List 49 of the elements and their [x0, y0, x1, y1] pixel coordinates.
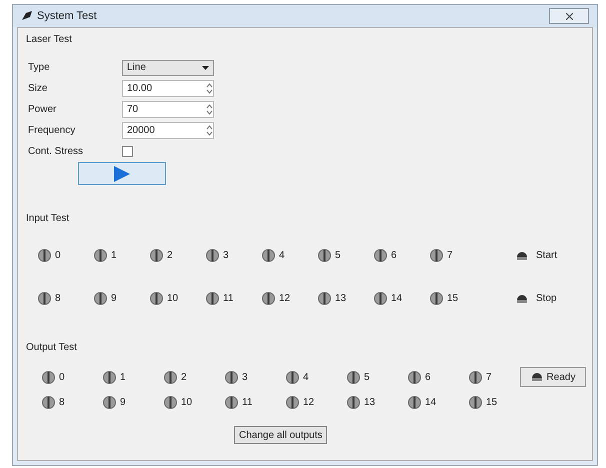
input-number: 13: [335, 292, 346, 306]
output-number: 5: [364, 370, 370, 384]
input-number: 8: [55, 292, 61, 306]
output-number: 13: [364, 396, 376, 410]
field-label: Type: [28, 61, 51, 75]
section-title: Laser Test: [26, 33, 73, 47]
input-number: 3: [223, 249, 229, 263]
output-number: 6: [425, 370, 431, 384]
input-number: 10: [167, 292, 178, 306]
input-number: 4: [279, 249, 285, 263]
input-number: 2: [167, 249, 173, 263]
input-number: 6: [391, 249, 397, 263]
output-number: 10: [181, 396, 192, 410]
input-number: 14: [391, 292, 402, 306]
output-number: 0: [59, 370, 65, 384]
input-number: 0: [55, 249, 61, 263]
output-number: 14: [425, 396, 436, 410]
number-field[interactable]: 20000: [122, 122, 214, 139]
input-number: 5: [335, 249, 341, 263]
input-number: 7: [447, 249, 453, 263]
type-dropdown[interactable]: Line: [122, 60, 214, 76]
number-field[interactable]: 70: [122, 101, 214, 118]
output-number: 9: [120, 396, 126, 410]
input-number: 11: [223, 292, 234, 306]
start-label: Start: [536, 249, 558, 263]
ready-button[interactable]: Ready: [520, 367, 586, 387]
number-field[interactable]: 10.00: [122, 80, 214, 97]
input-number: 15: [447, 292, 458, 306]
output-number: 7: [486, 370, 492, 384]
output-number: 1: [120, 370, 126, 384]
output-number: 8: [59, 396, 65, 410]
section-title: Output Test: [26, 341, 78, 355]
window-title: System Test: [37, 8, 97, 24]
section-title: Input Test: [26, 212, 70, 226]
input-number: 12: [279, 292, 290, 306]
field-label: Frequency: [28, 124, 76, 138]
output-number: 4: [303, 370, 309, 384]
change-all-outputs-button[interactable]: Change all outputs: [234, 426, 328, 444]
input-number: 1: [111, 249, 117, 263]
output-number: 3: [242, 370, 248, 384]
output-number: 15: [486, 396, 498, 410]
input-number: 9: [111, 292, 117, 306]
output-number: 11: [242, 396, 252, 410]
field-label: Power: [28, 103, 58, 117]
field-label: Size: [28, 82, 48, 96]
field-label: Cont. Stress: [28, 145, 84, 159]
stop-label: Stop: [536, 292, 557, 306]
output-number: 12: [303, 396, 314, 410]
output-number: 2: [181, 370, 187, 384]
